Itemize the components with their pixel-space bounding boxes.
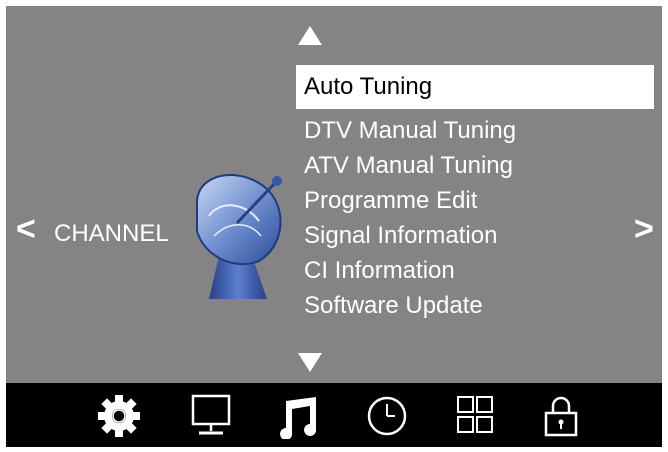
tv-menu-screen: < CHANNEL Auto Tuning DTV Manual Tuning … <box>6 6 662 447</box>
lock-icon[interactable] <box>536 393 586 439</box>
gear-icon[interactable] <box>94 393 144 439</box>
music-note-icon[interactable] <box>274 393 324 439</box>
menu-item-dtv-manual-tuning[interactable]: DTV Manual Tuning <box>296 113 654 148</box>
next-category-button[interactable]: > <box>634 209 654 249</box>
scroll-up-icon[interactable] <box>298 26 322 45</box>
menu-item-ci-information[interactable]: CI Information <box>296 253 654 288</box>
bottom-icon-bar <box>6 383 662 447</box>
clock-icon[interactable] <box>362 393 412 439</box>
menu-item-auto-tuning[interactable]: Auto Tuning <box>296 65 654 109</box>
grid-icon[interactable] <box>450 393 500 439</box>
menu-item-atv-manual-tuning[interactable]: ATV Manual Tuning <box>296 148 654 183</box>
satellite-dish-icon <box>196 174 282 299</box>
menu-item-signal-information[interactable]: Signal Information <box>296 218 654 253</box>
monitor-icon[interactable] <box>186 393 236 439</box>
scroll-down-icon[interactable] <box>298 353 322 372</box>
menu-item-software-update[interactable]: Software Update <box>296 288 654 323</box>
category-title: CHANNEL <box>54 220 169 247</box>
channel-menu: Auto Tuning DTV Manual Tuning ATV Manual… <box>296 65 654 323</box>
menu-item-programme-edit[interactable]: Programme Edit <box>296 183 654 218</box>
prev-category-button[interactable]: < <box>16 209 36 249</box>
